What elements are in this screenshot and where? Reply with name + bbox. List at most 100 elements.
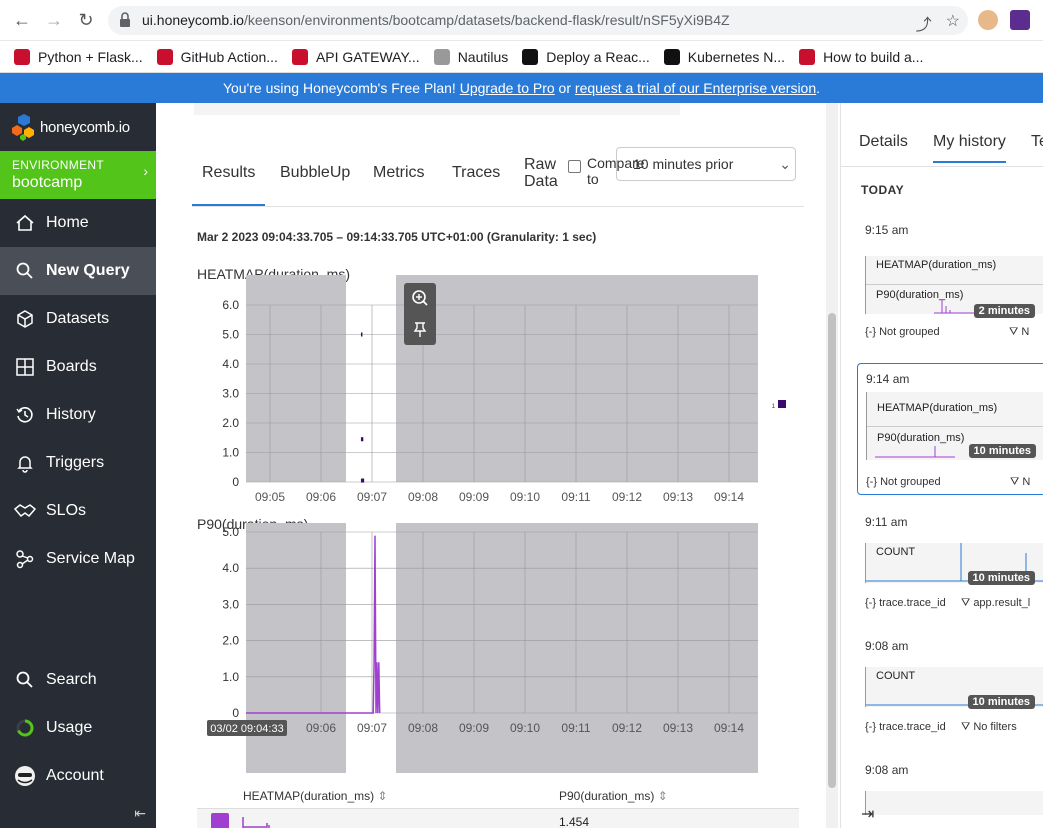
nav-home[interactable]: Home [0,199,156,247]
group-by-label: {-} Not grouped [865,326,940,338]
upgrade-link[interactable]: Upgrade to Pro [460,80,555,96]
tab-details[interactable]: Details [859,133,908,161]
x-tick-label: 09:08 [408,721,438,735]
x-tick-label: 09:06 [306,721,336,735]
address-bar[interactable]: ui.honeycomb.io/keenson/environments/boo… [108,6,968,35]
filter-label: ⛛ app.result_l [961,597,1031,609]
x-tick-label: 09:09 [459,721,489,735]
x-tick-label: 09:14 [714,490,744,504]
history-entry[interactable]: 9:11 am COUNT 10 minutes {-} trace.trace… [857,507,1043,627]
history-tabs: Details My history Te [841,123,1043,167]
y-tick-label: 6.0 [222,298,239,312]
bookmark-item[interactable]: Python + Flask... [14,48,143,65]
nav-usage[interactable]: Usage [0,704,156,752]
reload-icon[interactable]: ↻ [74,8,98,32]
forward-icon[interactable]: → [42,8,66,32]
tab-results[interactable]: Results [192,151,266,206]
filter-icon: ⛛ [961,597,971,609]
lock-icon [120,12,130,27]
y-tick-label: 2.0 [222,634,239,648]
grid-icon [14,356,36,378]
collapse-panel-icon[interactable]: ⇥ [861,804,874,824]
bookmarks-bar: Python + Flask... GitHub Action... API GAT… [0,41,1043,73]
pin-icon[interactable] [404,314,436,344]
honeycomb-logo-icon [12,114,34,141]
filter-label: ⛛ No filters [961,721,1017,733]
bookmark-item[interactable]: How to build a... [799,48,923,65]
y-tick-label: 5.0 [222,525,239,539]
bookmark-favicon-icon [14,48,30,65]
history-entry[interactable]: 9:08 am [857,755,1043,815]
heatmap-chart[interactable]: 0 1.0 2.0 3.0 4.0 5.0 6.0 09:05 09:06 09:07 09:08 0… [156,275,796,510]
history-entry-active[interactable]: 9:14 am HEATMAP(duration_ms) P90(duratio… [857,363,1043,495]
nav-slos[interactable]: SLOs [0,487,156,535]
y-tick-label: 5.0 [222,328,239,342]
query-builder-card [194,103,680,115]
history-thumbnail: HEATMAP(duration_ms) P90(duration_ms) 2 … [865,256,1043,318]
history-thumbnail: HEATMAP(duration_ms) P90(duration_ms) 10… [866,392,1043,460]
nav-history[interactable]: History [0,391,156,439]
column-header-p90[interactable]: P90(duration_ms) ⇕ [559,789,668,803]
url-text: ui.honeycomb.io/keenson/environments/boo… [142,12,730,28]
x-tick-label: 09:07 [357,721,387,735]
share-icon[interactable]: ⤴ [916,11,932,35]
nav-service-map[interactable]: Service Map [0,535,156,583]
collapse-sidebar-icon[interactable]: ⇤ [134,805,146,822]
history-entry[interactable]: 9:15 am HEATMAP(duration_ms) P90(duratio… [857,215,1043,345]
bookmark-item[interactable]: GitHub Action... [156,48,278,65]
nav-triggers[interactable]: Triggers [0,439,156,487]
trial-link[interactable]: request a trial of our Enterprise versio… [575,80,816,96]
bookmark-item[interactable]: API GATEWAY... [291,48,420,65]
bookmark-favicon-icon [799,48,816,65]
table-row[interactable]: 1.454 [197,809,799,828]
y-tick-label: 2.0 [222,416,239,430]
results-table-header: HEATMAP(duration_ms) ⇕ P90(duration_ms) … [197,783,799,809]
extension-icon[interactable] [1010,10,1030,30]
nav-datasets[interactable]: Datasets [0,295,156,343]
row-color-swatch [211,813,229,828]
x-tick-label: 09:06 [306,490,336,504]
x-tick-label: 09:08 [408,490,438,504]
tab-bubbleup[interactable]: BubbleUp [270,151,360,206]
chevron-down-icon: ⌄ [779,156,791,172]
search-icon [14,669,36,691]
bookmark-item[interactable]: Nautilus [433,48,508,65]
nav-boards[interactable]: Boards [0,343,156,391]
history-icon [14,404,36,426]
handshake-icon [14,500,36,522]
shaded-region [246,275,346,482]
nav-new-query[interactable]: New Query [0,247,156,295]
shaded-region [396,275,758,482]
back-icon[interactable]: ← [10,8,34,32]
tab-metrics[interactable]: Metrics [363,151,435,206]
tab-team-history[interactable]: Te [1031,133,1043,161]
compare-time-select[interactable]: 10 minutes prior ⌄ [616,147,796,181]
hover-time-label: 03/02 09:04:33 [210,723,283,735]
nav-search[interactable]: Search [0,656,156,704]
bookmark-favicon-icon [663,48,680,65]
sidebar: honeycomb.io ENVIRONMENT bootcamp › Home… [0,103,156,828]
compare-checkbox[interactable] [568,160,581,173]
history-thumbnail: COUNT 10 minutes [865,543,1043,585]
star-icon[interactable]: ☆ [946,11,960,35]
nav-account[interactable]: Account [0,752,156,800]
zoom-in-icon[interactable] [404,283,436,313]
group-by-label: {-} Not grouped [866,476,941,488]
p90-line-chart[interactable]: 0 1.0 2.0 3.0 4.0 5.0 09:06 09:07 09:08 09:09 09:1… [156,523,796,773]
tab-traces[interactable]: Traces [442,151,510,206]
environment-selector[interactable]: ENVIRONMENT bootcamp › [0,151,156,199]
logo[interactable]: honeycomb.io [0,103,156,151]
heatmap-cell [362,478,365,483]
profile-avatar-icon[interactable] [978,10,998,30]
scroll-thumb[interactable] [828,313,836,788]
history-entry[interactable]: 9:08 am COUNT 10 minutes {-} trace.trace… [857,631,1043,751]
bookmark-item[interactable]: Deploy a Reac... [522,48,650,65]
history-panel: Details My history Te TODAY 9:15 am HEAT… [840,103,1043,828]
tab-my-history[interactable]: My history [933,133,1006,163]
chevron-right-icon: › [143,163,148,179]
bookmark-item[interactable]: Kubernetes N... [663,48,785,65]
main-scrollbar[interactable] [826,103,838,828]
heatmap-cell [361,437,364,442]
tab-raw-data[interactable]: Raw Data [514,156,568,211]
column-header-heatmap[interactable]: HEATMAP(duration_ms) ⇕ [243,789,388,803]
